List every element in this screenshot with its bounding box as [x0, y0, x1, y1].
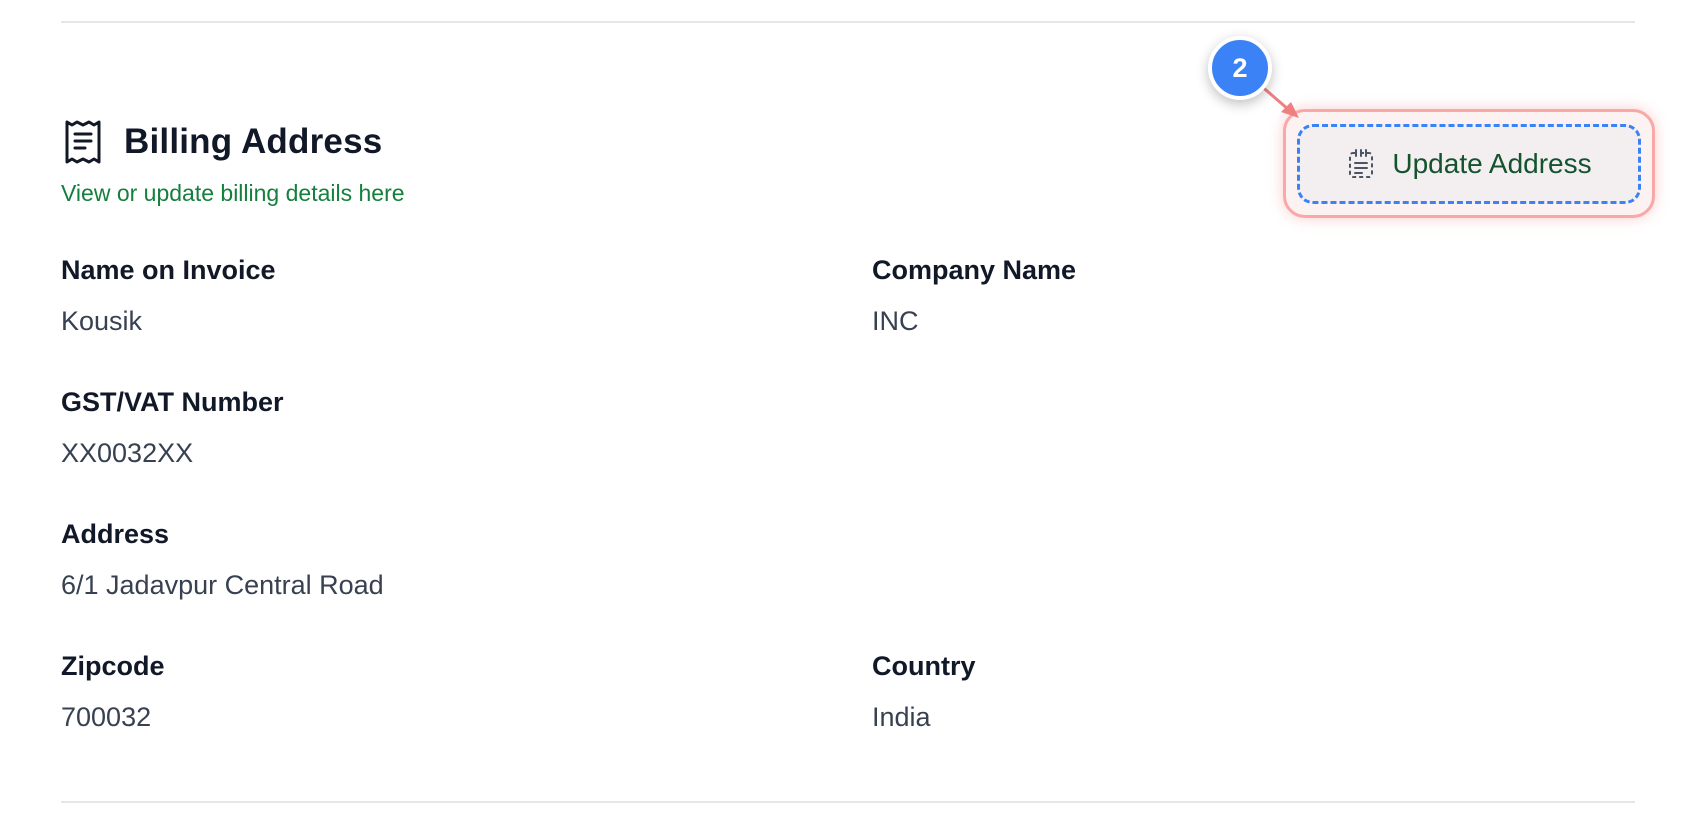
zipcode-value: 700032 — [61, 702, 152, 732]
country-value: India — [872, 702, 931, 732]
gst-vat-label: GST/VAT Number — [61, 387, 284, 417]
bottom-divider — [61, 801, 1635, 803]
name-on-invoice-value: Kousik — [61, 306, 143, 336]
company-name-value: INC — [872, 306, 919, 336]
company-name-label: Company Name — [872, 255, 1077, 285]
page-subtitle: View or update billing details here — [61, 180, 405, 206]
update-address-button[interactable]: Update Address — [1297, 124, 1641, 204]
name-on-invoice-label: Name on Invoice — [61, 255, 276, 285]
zipcode-label: Zipcode — [61, 651, 165, 681]
update-address-label: Update Address — [1392, 148, 1592, 179]
address-label: Address — [61, 519, 170, 549]
step-badge: 2 — [1208, 36, 1272, 100]
country-label: Country — [872, 651, 976, 681]
address-value: 6/1 Jadavpur Central Road — [61, 570, 384, 600]
receipt-icon — [61, 118, 105, 166]
gst-vat-value: XX0032XX — [61, 438, 194, 468]
document-edit-icon — [1346, 147, 1376, 181]
page-title: Billing Address — [124, 122, 383, 161]
section-header: Billing Address — [61, 118, 382, 166]
top-divider — [61, 21, 1635, 23]
